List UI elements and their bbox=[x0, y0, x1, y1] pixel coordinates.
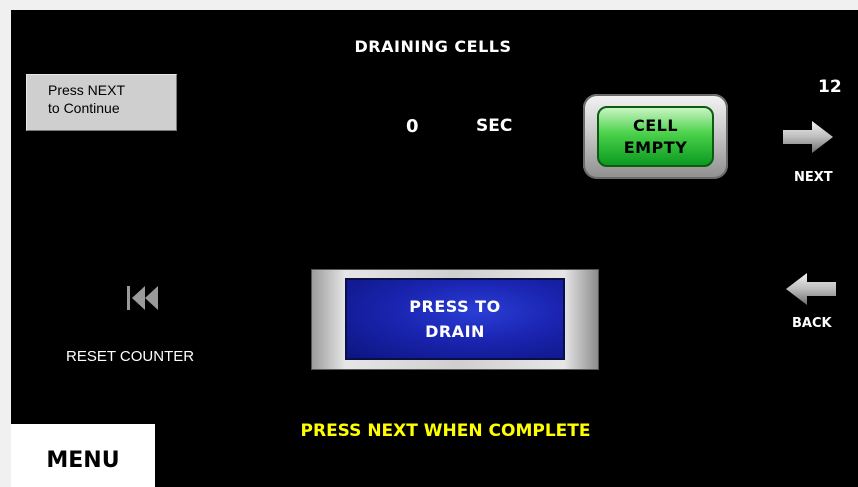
left-arrow-icon bbox=[786, 273, 836, 305]
cell-status-line-2: EMPTY bbox=[623, 137, 688, 157]
back-label[interactable]: BACK bbox=[792, 316, 832, 331]
hint-line-2: to Continue bbox=[48, 100, 120, 116]
press-to-drain-button[interactable]: PRESS TO DRAIN bbox=[311, 269, 599, 370]
right-arrow-icon bbox=[783, 121, 833, 153]
next-label[interactable]: NEXT bbox=[794, 170, 833, 185]
reset-counter-label[interactable]: RESET COUNTER bbox=[66, 348, 194, 365]
reset-counter-button[interactable] bbox=[124, 284, 160, 312]
completion-instruction: PRESS NEXT WHEN COMPLETE bbox=[300, 421, 591, 441]
drain-timer-unit: SEC bbox=[476, 116, 513, 136]
screen-title: DRAINING CELLS bbox=[354, 37, 512, 56]
drain-button-line-2: DRAIN bbox=[425, 322, 485, 341]
page-number: 12 bbox=[818, 77, 842, 97]
next-button[interactable] bbox=[782, 120, 834, 154]
menu-button[interactable]: MENU bbox=[11, 424, 155, 487]
back-button[interactable] bbox=[785, 272, 837, 306]
skip-back-icon bbox=[127, 286, 158, 310]
press-to-drain-face[interactable]: PRESS TO DRAIN bbox=[345, 278, 565, 360]
drain-button-line-1: PRESS TO bbox=[409, 297, 501, 316]
cell-status-indicator: CELL EMPTY bbox=[583, 94, 728, 179]
cell-status-lamp: CELL EMPTY bbox=[597, 106, 714, 167]
hint-line-1: Press NEXT bbox=[48, 82, 126, 98]
continue-hint-box: Press NEXT to Continue bbox=[26, 74, 177, 131]
drain-timer-value: 0 bbox=[406, 116, 419, 137]
cell-status-line-1: CELL bbox=[632, 115, 679, 135]
